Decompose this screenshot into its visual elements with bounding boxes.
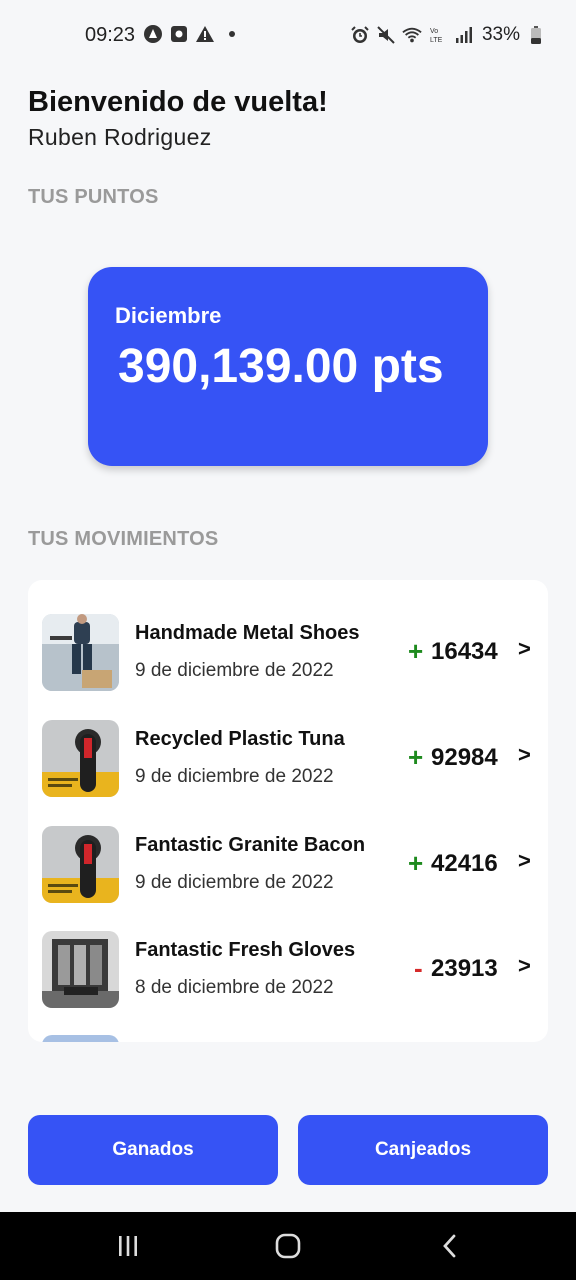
movement-item[interactable]: Recycled Plastic Tuna 9 de diciembre de … [28, 718, 548, 798]
movement-amount: 16434 [431, 638, 498, 665]
greeting-title: Bienvenido de vuelta! [28, 86, 328, 118]
movement-sign: + [408, 742, 424, 772]
chevron-right-icon[interactable]: > [518, 848, 531, 874]
more-notifications-dot [229, 31, 235, 37]
chevron-right-icon[interactable]: > [518, 953, 531, 979]
movement-sign: + [408, 848, 424, 878]
battery-icon [526, 25, 546, 45]
movements-list[interactable]: Handmade Metal Shoes 9 de diciembre de 2… [28, 580, 548, 1042]
movement-date: 8 de diciembre de 2022 [135, 977, 334, 998]
mute-icon [376, 25, 396, 45]
movement-amount: 42416 [431, 850, 498, 877]
movement-name: Handmade Metal Shoes [135, 622, 360, 644]
back-icon[interactable] [430, 1230, 470, 1262]
earned-button[interactable]: Ganados [28, 1115, 278, 1185]
movement-item[interactable]: Fantastic Fresh Gloves 8 de diciembre de… [28, 929, 548, 1009]
volte-icon: Vo LTE [428, 25, 448, 45]
chevron-right-icon[interactable]: > [518, 742, 531, 768]
redeemed-button[interactable]: Canjeados [298, 1115, 548, 1185]
svg-text:Vo: Vo [430, 28, 438, 35]
chevron-right-icon[interactable]: > [518, 636, 531, 662]
notification-icons [143, 24, 235, 44]
signal-icon [454, 25, 474, 45]
movement-name: Fantastic Granite Bacon [135, 834, 366, 856]
home-icon[interactable] [268, 1230, 308, 1262]
battery-percentage: 33% [481, 24, 520, 45]
svg-text:LTE: LTE [430, 37, 443, 44]
warning-icon [195, 24, 215, 44]
app-notification-icon [143, 24, 163, 44]
movement-name: Recycled Plastic Tuna [135, 728, 345, 750]
product-thumbnail [42, 826, 119, 903]
points-section-label: TUS PUNTOS [28, 186, 159, 208]
points-month: Diciembre [115, 303, 222, 328]
user-name: Ruben Rodriguez [28, 124, 212, 150]
movement-item[interactable]: Fantastic Granite Bacon 9 de diciembre d… [28, 824, 548, 904]
movement-date: 9 de diciembre de 2022 [135, 766, 334, 787]
alarm-icon [350, 25, 370, 45]
movements-section-label: TUS MOVIMIENTOS [28, 528, 219, 550]
movement-amount: 92984 [431, 744, 498, 771]
movement-item[interactable]: Handmade Metal Shoes 9 de diciembre de 2… [28, 612, 548, 692]
recent-apps-icon[interactable] [108, 1230, 148, 1262]
movement-sign: - [414, 953, 423, 983]
points-card: Diciembre 390,139.00 pts [88, 267, 488, 466]
movement-amount: 23913 [431, 955, 498, 982]
points-value: 390,139.00 pts [118, 340, 444, 393]
movement-name: Fantastic Fresh Gloves [135, 939, 356, 961]
wifi-icon [402, 25, 422, 45]
product-thumbnail [42, 720, 119, 797]
product-thumbnail [42, 614, 119, 691]
status-time: 09:23 [85, 24, 136, 46]
screenshot-notification-icon [169, 24, 189, 44]
movement-date: 9 de diciembre de 2022 [135, 660, 334, 681]
system-navigation-bar [0, 1212, 576, 1280]
product-thumbnail [42, 931, 119, 1008]
system-icons: Vo LTE 33% [350, 24, 546, 46]
movement-sign: + [408, 636, 424, 666]
status-bar: 09:23 Vo LTE 33% [0, 0, 576, 70]
movement-date: 9 de diciembre de 2022 [135, 872, 334, 893]
product-thumbnail [42, 1035, 119, 1042]
